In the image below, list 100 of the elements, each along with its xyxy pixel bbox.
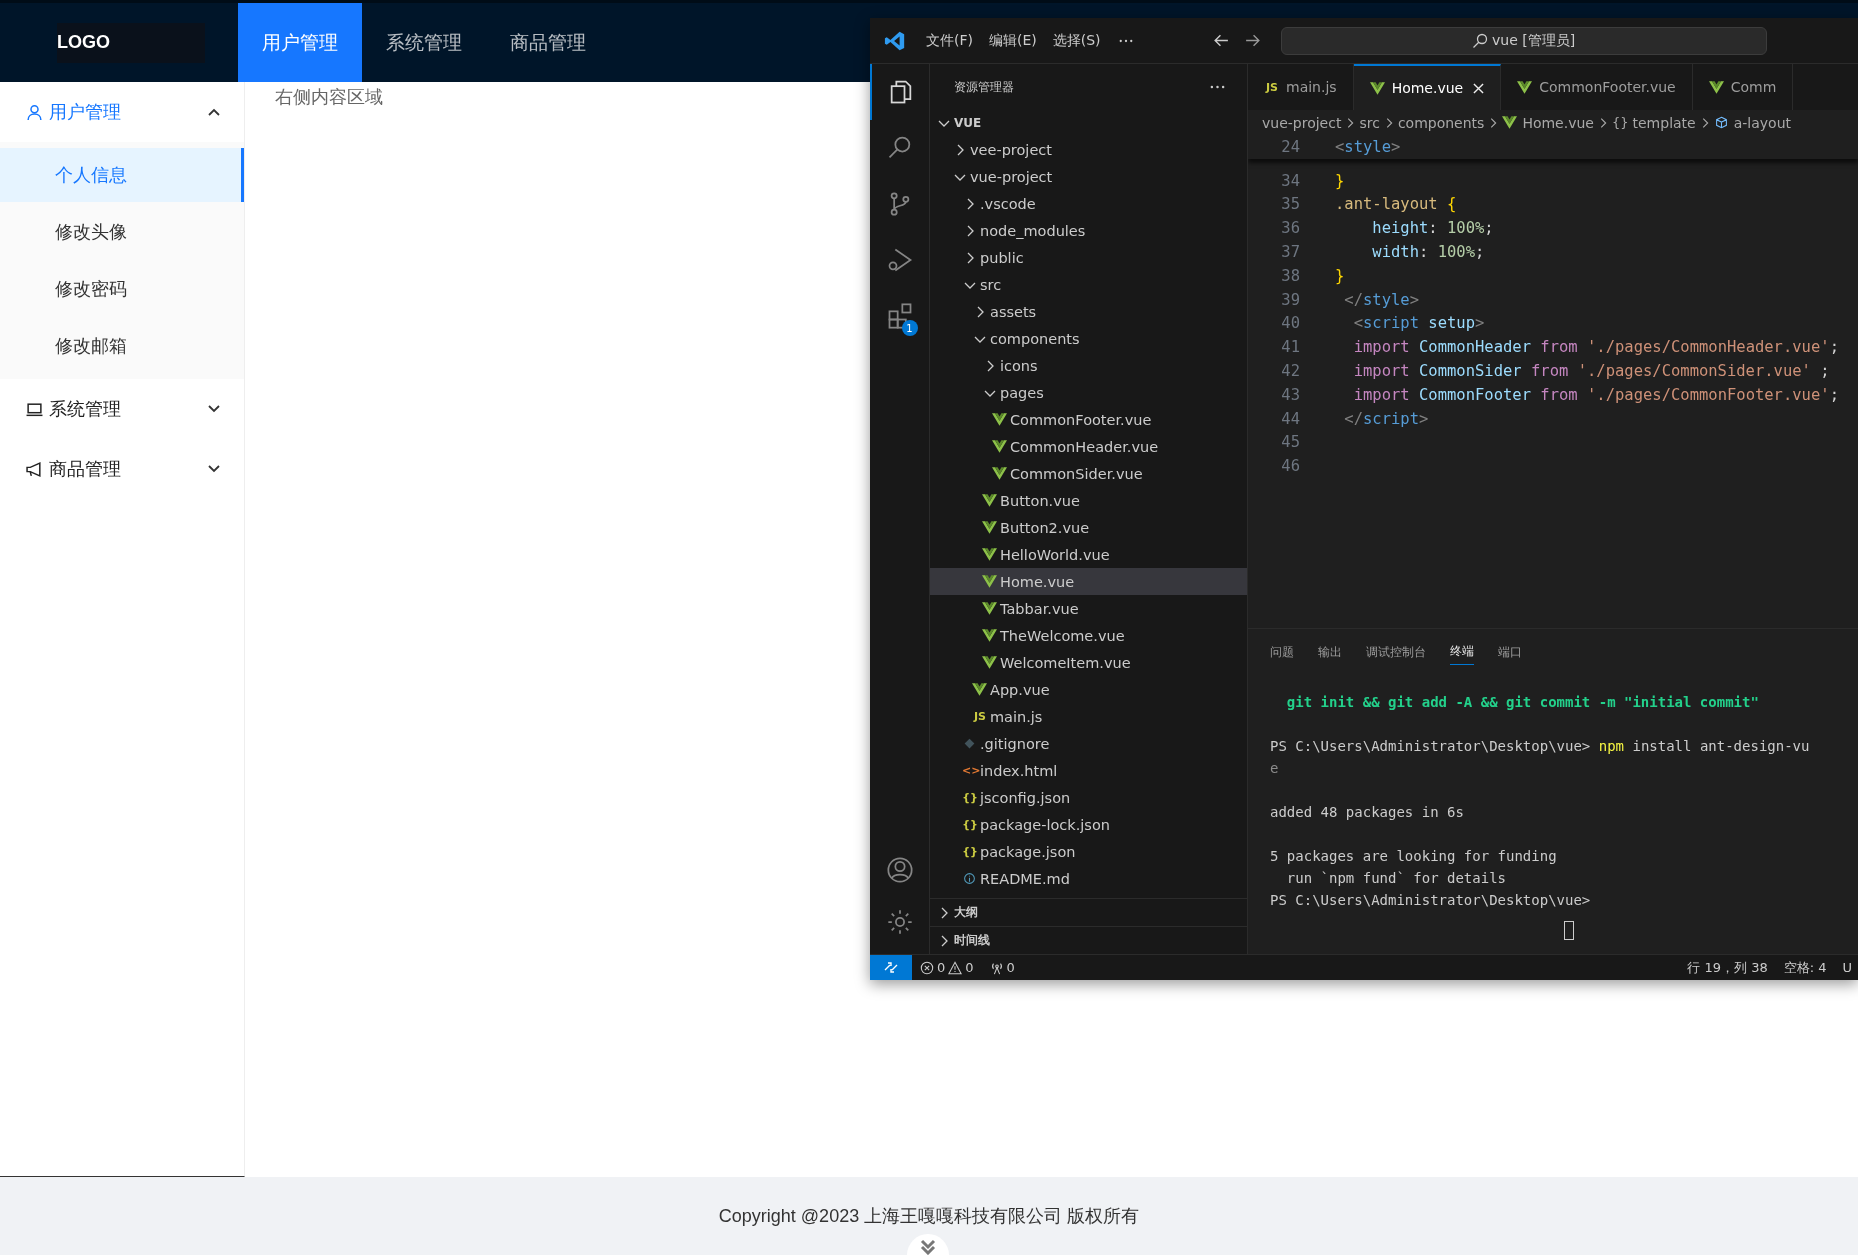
problems-indicator[interactable]: 0 0 — [912, 960, 982, 975]
tree-item[interactable]: vee-project — [930, 136, 1247, 163]
tree-item[interactable]: components — [930, 325, 1247, 352]
tree-item[interactable]: {}package.json — [930, 838, 1247, 865]
submenu-item[interactable]: 个人信息 — [0, 148, 244, 202]
tree-item[interactable]: assets — [930, 298, 1247, 325]
tree-item[interactable]: Home.vue — [930, 568, 1247, 595]
panel-tab[interactable]: 问题 — [1270, 639, 1294, 665]
editor-tab[interactable]: Home.vue — [1353, 64, 1502, 110]
tree-item[interactable]: .vscode — [930, 190, 1247, 217]
folder-section-header[interactable]: VUE — [930, 110, 1247, 136]
menu-item[interactable]: 系统管理 — [0, 379, 244, 439]
tree-item[interactable]: JS main.js — [930, 703, 1247, 730]
more-icon[interactable] — [1118, 38, 1133, 43]
terminal-line: added 48 packages in 6s — [1270, 803, 1465, 822]
content-text: 右侧内容区域 — [275, 87, 383, 107]
vue-file-icon — [992, 413, 1007, 426]
vue-file-icon — [1708, 80, 1724, 94]
menu-item[interactable]: 文件(F) — [918, 31, 981, 50]
tree-item[interactable]: App.vue — [930, 676, 1247, 703]
tree-item[interactable]: TheWelcome.vue — [930, 622, 1247, 649]
submenu-item[interactable]: 修改密码 — [0, 262, 244, 316]
tree-item[interactable]: src — [930, 271, 1247, 298]
line-number: 38 — [1280, 266, 1300, 285]
command-center[interactable]: vue [管理员] — [1280, 26, 1767, 55]
tree-item[interactable]: CommonSider.vue — [930, 460, 1247, 487]
error-icon — [920, 960, 934, 975]
breadcrumb-item[interactable]: vue-project — [1262, 114, 1342, 131]
terminal-line: git init && git add -A && git commit -m "initial commit" — [1285, 693, 1760, 712]
nav-tab[interactable]: 用户管理 — [238, 3, 362, 82]
chevron-up-icon — [208, 108, 220, 116]
extensions-view-button[interactable]: 1 — [869, 288, 930, 344]
terminal-line: PS C:\Users\Administrator\Desktop\vue> npm install ant-design-vu — [1270, 737, 1811, 756]
tree-item[interactable]: WelcomeItem.vue — [930, 649, 1247, 676]
remote-button[interactable] — [870, 955, 912, 980]
warning-icon — [948, 960, 963, 975]
breadcrumb-item[interactable]: src — [1359, 114, 1380, 131]
menu-item[interactable]: 编辑(E) — [981, 31, 1045, 50]
tree-item[interactable]: vue-project — [930, 163, 1247, 190]
tree-item[interactable]: CommonHeader.vue — [930, 433, 1247, 460]
editor-tab[interactable]: Comm — [1692, 64, 1794, 110]
ports-indicator[interactable]: 0 — [981, 960, 1023, 975]
close-icon[interactable] — [1473, 82, 1485, 94]
indentation-setting[interactable]: 空格: 4 — [1775, 958, 1835, 977]
panel-tab[interactable]: 端口 — [1498, 639, 1522, 665]
tree-item[interactable]: public — [930, 244, 1247, 271]
editor-tab[interactable]: CommonFooter.vue — [1501, 64, 1693, 110]
tree-item[interactable]: Button2.vue — [930, 514, 1247, 541]
code-line: } — [1335, 266, 1345, 285]
search-icon — [1472, 32, 1488, 49]
tree-item[interactable]: CommonFooter.vue — [930, 406, 1247, 433]
settings-icon[interactable] — [885, 908, 914, 936]
vue-file-icon — [982, 521, 997, 534]
panel-tab[interactable]: 输出 — [1318, 639, 1342, 665]
editor-tab[interactable]: JS main.js — [1248, 64, 1354, 110]
section-header[interactable]: 大纲 — [930, 898, 1247, 926]
round-handle-icon[interactable] — [906, 1233, 950, 1255]
vue-file-icon — [982, 575, 997, 588]
tree-item[interactable]: {}jsconfig.json — [930, 784, 1247, 811]
tree-item[interactable]: icons — [930, 352, 1247, 379]
menu-item[interactable]: 用户管理 — [0, 82, 244, 142]
nav-tab[interactable]: 商品管理 — [486, 3, 610, 82]
tree-item[interactable]: .gitignore — [930, 730, 1247, 757]
submenu-item[interactable]: 修改邮箱 — [0, 319, 244, 373]
tree-item[interactable]: pages — [930, 379, 1247, 406]
breadcrumb-item[interactable]: Home.vue — [1522, 114, 1594, 131]
line-number: 39 — [1280, 290, 1300, 309]
tree-item[interactable]: README.md — [930, 865, 1247, 892]
tree-item[interactable]: node_modules — [930, 217, 1247, 244]
submenu-item[interactable]: 修改头像 — [0, 205, 244, 259]
cursor-position[interactable]: 行 19，列 38 — [1679, 958, 1776, 977]
vue-file-icon — [982, 494, 997, 507]
file-type-label: JS — [1264, 80, 1279, 94]
back-arrow-icon[interactable] — [1212, 32, 1230, 49]
count-badge: 1 — [901, 320, 918, 336]
editor-logo-icon — [884, 29, 906, 52]
panel-tab[interactable]: 终端 — [1450, 639, 1474, 665]
tree-item[interactable]: Tabbar.vue — [930, 595, 1247, 622]
code-line: </style> — [1343, 290, 1419, 309]
menu-item[interactable]: 选择(S) — [1044, 31, 1109, 50]
breadcrumb-item[interactable]: template — [1632, 114, 1696, 131]
forward-arrow-icon[interactable] — [1243, 32, 1261, 49]
file-type-label: JS — [972, 710, 987, 723]
encoding-setting[interactable]: U — [1834, 960, 1858, 975]
line-number: 34 — [1280, 171, 1300, 190]
breadcrumb-item[interactable]: a-layout — [1733, 114, 1791, 131]
vue-file-icon — [1517, 80, 1533, 94]
menu-item[interactable]: 商品管理 — [0, 439, 244, 499]
tree-item[interactable]: {}package-lock.json — [930, 811, 1247, 838]
line-number: 41 — [1280, 338, 1300, 357]
tree-item[interactable]: HelloWorld.vue — [930, 541, 1247, 568]
more-icon[interactable] — [1210, 85, 1225, 89]
nav-tab[interactable]: 系统管理 — [362, 3, 486, 82]
tree-item[interactable]: <>index.html — [930, 757, 1247, 784]
chevron-down-icon — [208, 405, 220, 413]
panel-tab[interactable]: 调试控制台 — [1366, 639, 1426, 665]
breadcrumb-item[interactable]: components — [1397, 114, 1485, 131]
account-icon[interactable] — [885, 856, 914, 884]
copyright-text: Copyright @2023 上海王嘎嘎科技有限公司 版权所有 — [718, 1205, 1140, 1228]
tree-item[interactable]: Button.vue — [930, 487, 1247, 514]
